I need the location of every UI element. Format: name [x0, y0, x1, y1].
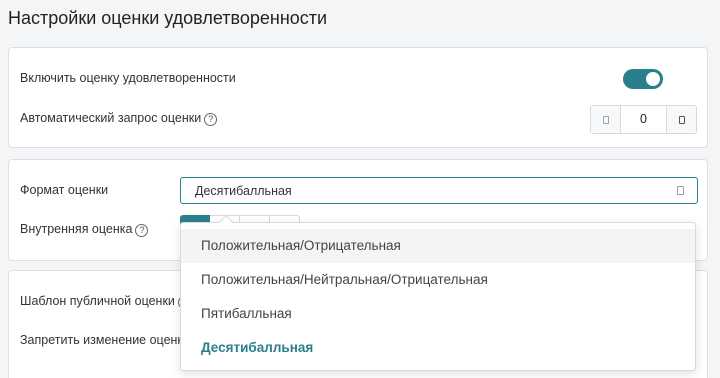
auto-request-label-row: Автоматический запрос оценки?: [20, 111, 218, 126]
format-option[interactable]: Пятибалльная: [181, 297, 695, 331]
enable-rating-toggle[interactable]: [623, 69, 663, 89]
question-circle-icon[interactable]: ?: [135, 224, 149, 237]
question-circle-icon[interactable]: ?: [204, 113, 218, 126]
public-template-label: Шаблон публичной оценки: [20, 294, 175, 308]
internal-rating-label: Внутренняя оценка: [20, 222, 133, 236]
enable-rating-label: Включить оценку удовлетворенности: [20, 71, 236, 85]
auto-request-label: Автоматический запрос оценки: [20, 111, 202, 125]
internal-rating-label-row: Внутренняя оценка?: [20, 222, 149, 237]
format-label: Формат оценки: [20, 183, 109, 197]
increment-button[interactable]: [666, 106, 696, 133]
format-select-value: Десятибалльная: [195, 184, 292, 198]
dropdown-caret-icon: [677, 186, 684, 195]
format-dropdown-menu: Положительная/Отрицательная Положительна…: [180, 214, 696, 371]
auto-request-stepper[interactable]: 0: [590, 105, 697, 134]
general-settings-card: Включить оценку удовлетворенности Автома…: [8, 47, 708, 148]
plus-icon: [678, 115, 685, 124]
forbid-change-label: Запретить изменение оценки: [20, 333, 190, 347]
auto-request-value[interactable]: 0: [621, 106, 666, 133]
toggle-knob: [646, 72, 660, 86]
public-template-label-row: Шаблон публичной оценки?: [20, 294, 191, 309]
format-option[interactable]: Положительная/Нейтральная/Отрицательная: [181, 263, 695, 297]
format-option-selected[interactable]: Десятибалльная: [181, 331, 695, 365]
format-option[interactable]: Положительная/Отрицательная: [181, 229, 695, 263]
decrement-button[interactable]: [591, 106, 621, 133]
minus-icon: [602, 115, 609, 124]
format-select[interactable]: Десятибалльная: [180, 177, 698, 204]
page-title: Настройки оценки удовлетворенности: [8, 8, 328, 28]
